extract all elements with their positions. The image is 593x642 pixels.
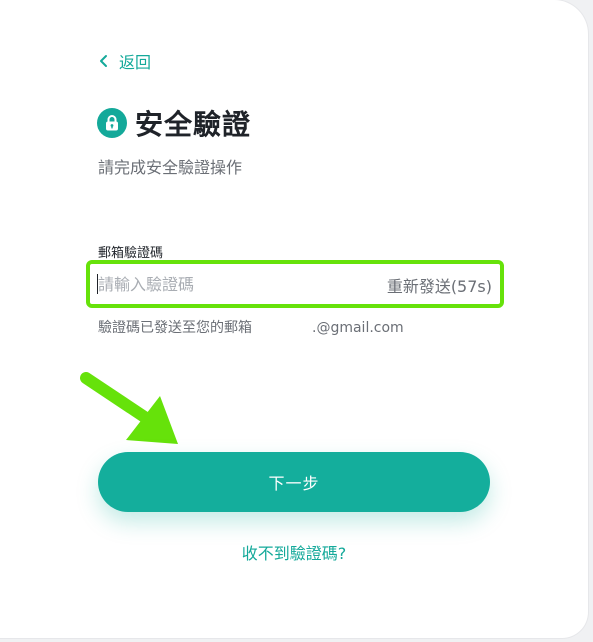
chevron-left-icon — [99, 54, 109, 68]
code-sent-hint: 驗證碼已發送至您的郵箱 .@gmail.com — [98, 317, 404, 337]
next-step-button[interactable]: 下一步 — [98, 452, 490, 512]
arrow-pointer-icon — [80, 372, 178, 444]
resend-code-button[interactable]: 重新發送(57s) — [387, 273, 492, 297]
verification-code-input[interactable] — [98, 271, 358, 297]
page-title: 安全驗證 — [135, 108, 252, 141]
back-link[interactable]: 返回 — [99, 49, 151, 73]
back-label: 返回 — [119, 53, 152, 72]
verification-card: 返回 安全驗證 請完成安全驗證操作 郵箱驗證碼 重新發送(57s) 驗證碼已發送… — [0, 0, 588, 638]
page-subtitle: 請完成安全驗證操作 — [98, 158, 243, 177]
no-code-link[interactable]: 收不到驗證碼? — [98, 540, 490, 564]
code-input-highlight: 重新發送(57s) — [86, 260, 504, 308]
text-caret — [97, 274, 98, 294]
code-sent-hint-text: 驗證碼已發送至您的郵箱 — [98, 320, 252, 336]
email-domain: .@gmail.com — [312, 320, 404, 336]
email-code-label: 郵箱驗證碼 — [98, 246, 164, 261]
title-row: 安全驗證 — [97, 103, 251, 143]
lock-icon — [97, 108, 127, 138]
